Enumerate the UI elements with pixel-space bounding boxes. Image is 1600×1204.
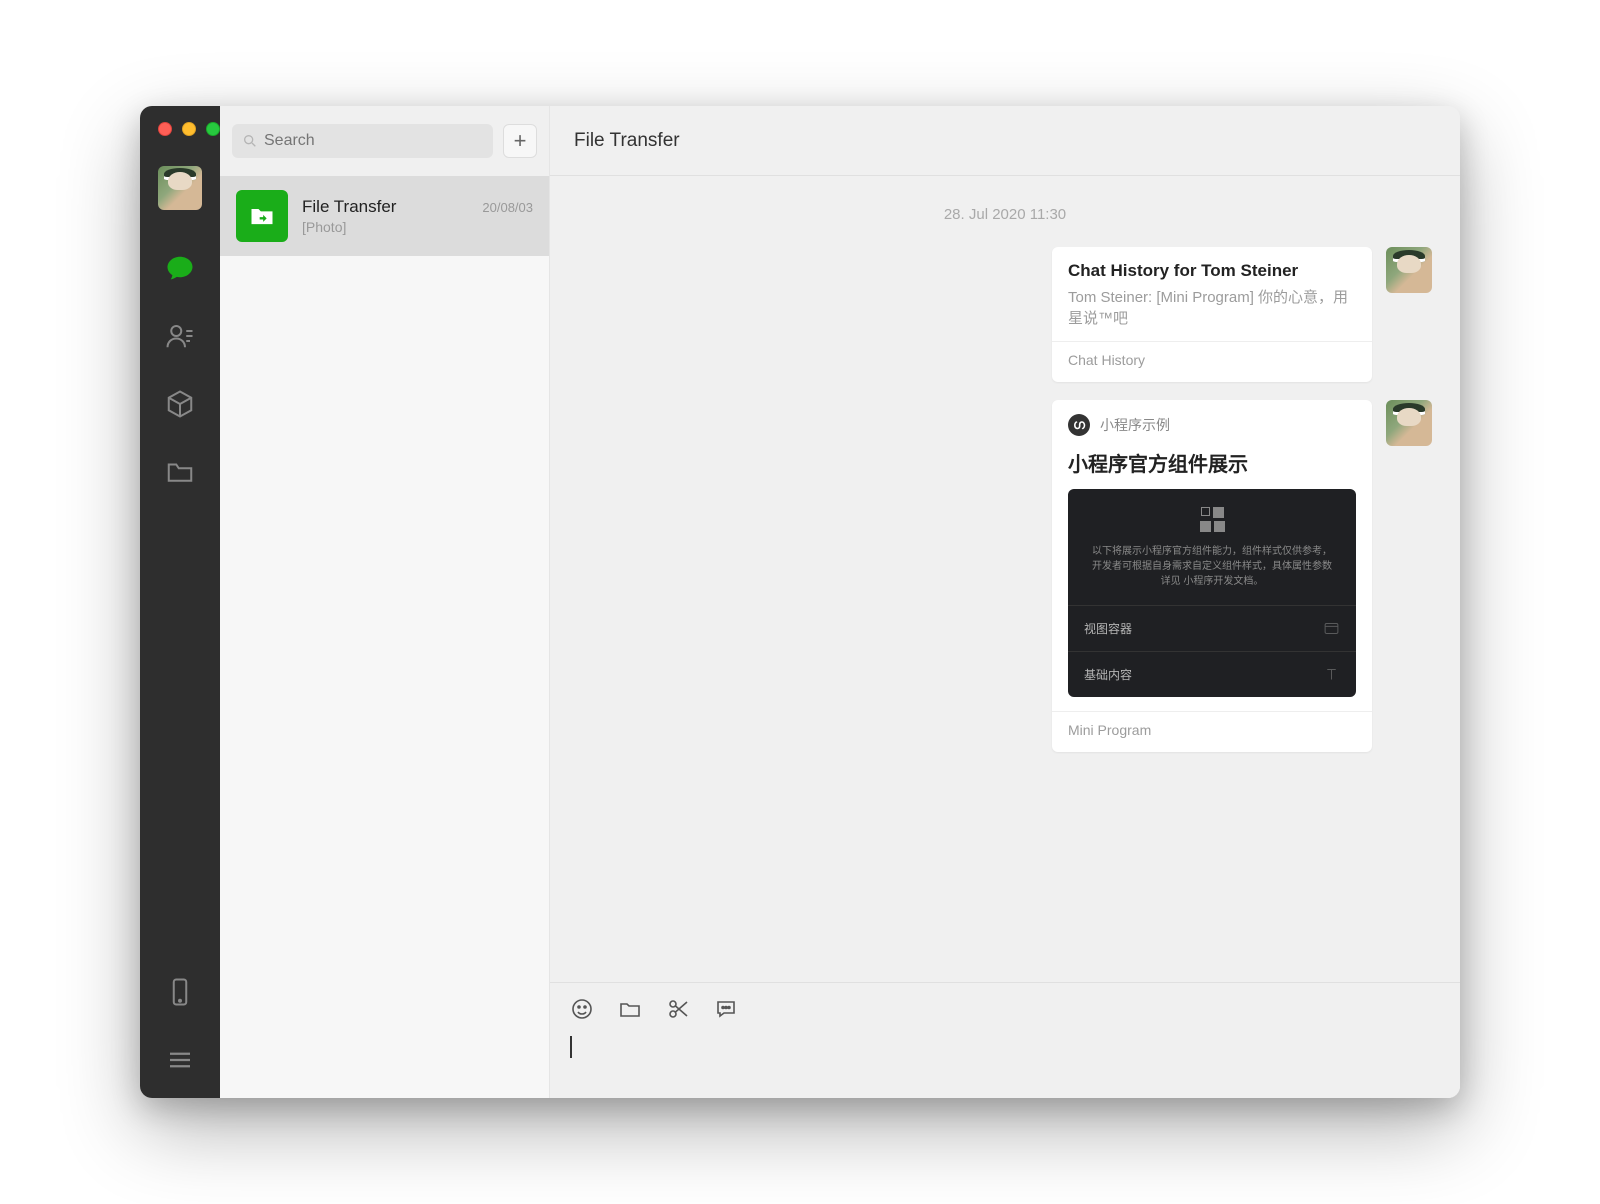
smile-icon xyxy=(570,997,594,1021)
mini-program-title: 小程序官方组件展示 xyxy=(1052,444,1372,489)
emoji-button[interactable] xyxy=(570,997,594,1026)
screenshot-button[interactable] xyxy=(666,997,690,1026)
mini-program-footer: Mini Program xyxy=(1052,711,1372,752)
message-chat-history: Chat History for Tom Steiner Tom Steiner… xyxy=(578,247,1432,382)
chat-item-date: 20/08/03 xyxy=(482,200,533,215)
chat-item-info: File Transfer 20/08/03 [Photo] xyxy=(302,197,533,235)
mini-program-row-view-container[interactable]: 视图容器 xyxy=(1068,605,1356,651)
date-separator: 28. Jul 2020 11:30 xyxy=(578,206,1432,223)
folder-arrow-icon xyxy=(248,202,276,230)
minimize-window-button[interactable] xyxy=(182,122,196,136)
chat-history-title: Chat History for Tom Steiner xyxy=(1068,261,1356,281)
attach-file-button[interactable] xyxy=(618,997,642,1026)
chat-history-footer: Chat History xyxy=(1068,352,1356,368)
compose-area[interactable] xyxy=(550,982,1460,1098)
chat-item-preview: [Photo] xyxy=(302,219,533,235)
chat-list-item-file-transfer[interactable]: File Transfer 20/08/03 [Photo] xyxy=(220,176,549,256)
text-cursor xyxy=(570,1036,572,1058)
container-icon xyxy=(1323,620,1340,637)
search-bar-row: + xyxy=(220,106,549,176)
message-mini-program: ഗ 小程序示例 小程序官方组件展示 以下将展示小程序官方组件能力，组件样式仅供参… xyxy=(578,400,1432,752)
scissors-icon xyxy=(666,997,690,1021)
hamburger-icon xyxy=(165,1045,195,1075)
nav-phone[interactable] xyxy=(162,974,198,1010)
nav-files[interactable] xyxy=(162,454,198,490)
mini-program-description: 以下将展示小程序官方组件能力，组件样式仅供参考，开发者可根据自身需求自定义组件样… xyxy=(1068,544,1356,605)
chat-history-card[interactable]: Chat History for Tom Steiner Tom Steiner… xyxy=(1052,247,1372,382)
chat-history-subtitle: Tom Steiner: [Mini Program] 你的心意，用星说™吧 xyxy=(1068,287,1356,329)
sender-avatar[interactable] xyxy=(1386,400,1432,446)
contacts-icon xyxy=(165,321,195,351)
nav-contacts[interactable] xyxy=(162,318,198,354)
mp-row-label: 基础内容 xyxy=(1084,666,1132,683)
plus-icon: + xyxy=(514,128,527,154)
mini-program-row-basic-content[interactable]: 基础内容 xyxy=(1068,651,1356,697)
compose-toolbar xyxy=(570,997,1440,1026)
speech-bubble-icon xyxy=(714,997,738,1021)
maximize-window-button[interactable] xyxy=(206,122,220,136)
grid-icon xyxy=(1198,507,1226,532)
mini-program-header: ഗ 小程序示例 xyxy=(1052,400,1372,444)
chat-history-button[interactable] xyxy=(714,997,738,1026)
nav-favorites[interactable] xyxy=(162,386,198,422)
conversation-header: File Transfer xyxy=(550,106,1460,176)
search-input[interactable] xyxy=(232,124,493,158)
divider xyxy=(1052,341,1372,342)
cube-icon xyxy=(165,389,195,419)
nav-sidebar xyxy=(140,106,220,1098)
phone-device-icon xyxy=(165,977,195,1007)
close-window-button[interactable] xyxy=(158,122,172,136)
nav-menu[interactable] xyxy=(162,1042,198,1078)
conversation-panel: File Transfer 28. Jul 2020 11:30 Chat Hi… xyxy=(550,106,1460,1098)
folder-icon xyxy=(165,457,195,487)
mini-program-app-name: 小程序示例 xyxy=(1100,415,1170,435)
search-icon xyxy=(242,133,258,149)
text-icon xyxy=(1323,666,1340,683)
chat-item-title: File Transfer xyxy=(302,197,396,217)
mini-program-card[interactable]: ഗ 小程序示例 小程序官方组件展示 以下将展示小程序官方组件能力，组件样式仅供参… xyxy=(1052,400,1372,752)
messages-area[interactable]: 28. Jul 2020 11:30 Chat History for Tom … xyxy=(550,176,1460,982)
user-avatar[interactable] xyxy=(158,166,202,210)
nav-chats[interactable] xyxy=(162,250,198,286)
file-transfer-avatar xyxy=(236,190,288,242)
search-field[interactable] xyxy=(264,132,483,150)
conversation-title: File Transfer xyxy=(574,130,680,152)
folder-icon xyxy=(618,997,642,1021)
mp-row-label: 视图容器 xyxy=(1084,620,1132,637)
chat-bubble-icon xyxy=(165,253,195,283)
mini-program-logo-icon: ഗ xyxy=(1068,414,1090,436)
app-window: + File Transfer 20/08/03 [Photo] File Tr… xyxy=(140,106,1460,1098)
chat-list-panel: + File Transfer 20/08/03 [Photo] xyxy=(220,106,550,1098)
mini-program-preview: 以下将展示小程序官方组件能力，组件样式仅供参考，开发者可根据自身需求自定义组件样… xyxy=(1068,489,1356,697)
sender-avatar[interactable] xyxy=(1386,247,1432,293)
window-controls xyxy=(158,122,220,136)
new-chat-button[interactable]: + xyxy=(503,124,537,158)
